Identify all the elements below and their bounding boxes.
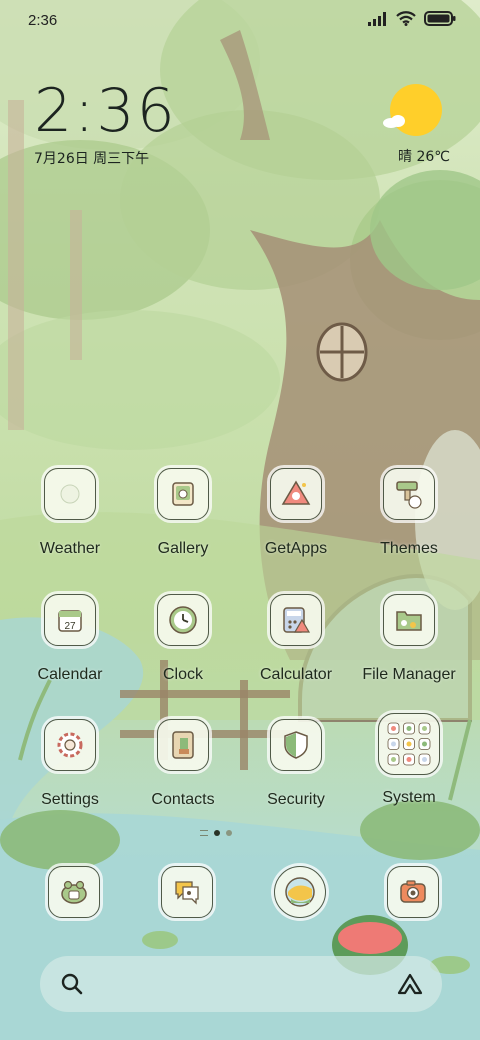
app-label: GetApps [264, 540, 328, 557]
app-label: Themes [380, 540, 438, 557]
app-label: Contacts [151, 791, 215, 808]
app-weather[interactable]: Weather [15, 468, 125, 558]
search-bar[interactable] [40, 956, 442, 1012]
weather-widget[interactable]: 晴 26℃ [350, 84, 450, 174]
page-dot-active [214, 830, 220, 836]
dock-messages[interactable] [157, 866, 217, 926]
dock-phone[interactable] [44, 866, 104, 926]
app-system-folder[interactable]: System [354, 713, 464, 807]
phone-icon [48, 866, 100, 918]
calendar-day: 27 [64, 621, 76, 632]
app-calendar[interactable]: 27 Calendar [15, 594, 125, 684]
gallery-icon [157, 468, 209, 520]
dock-camera[interactable] [383, 866, 443, 926]
security-icon [270, 719, 322, 771]
app-gallery[interactable]: Gallery [128, 468, 238, 558]
signal-icon [368, 11, 386, 26]
calendar-icon: 27 [44, 594, 96, 646]
app-label: Calculator [259, 666, 333, 683]
contacts-icon [157, 719, 209, 771]
system-folder-icon [378, 713, 440, 775]
cloud-icon [383, 115, 405, 128]
app-clock[interactable]: Clock [128, 594, 238, 684]
app-label: Calendar [37, 666, 103, 683]
messages-icon [161, 866, 213, 918]
search-icon [61, 973, 83, 995]
app-calculator[interactable]: Calculator [241, 594, 351, 684]
app-label: Clock [162, 666, 203, 683]
browser-icon [274, 866, 326, 918]
app-getapps[interactable]: GetApps [241, 468, 351, 558]
app-themes[interactable]: Themes [354, 468, 464, 558]
widget-time: 2:36 [34, 76, 177, 146]
clock-icon [157, 594, 209, 646]
status-bar: 2:36 [0, 0, 480, 40]
getapps-icon [270, 468, 322, 520]
calculator-icon [270, 594, 322, 646]
app-security[interactable]: Security [241, 719, 351, 809]
page-indicator[interactable] [200, 830, 232, 836]
app-label: Settings [41, 791, 99, 808]
status-icons [368, 11, 456, 26]
app-label: File Manager [362, 666, 456, 683]
file-manager-icon [383, 594, 435, 646]
weather-icon [44, 468, 96, 520]
app-label: Weather [39, 540, 101, 557]
app-settings[interactable]: Settings [15, 719, 125, 809]
page-dot [226, 830, 232, 836]
assistant-icon[interactable] [396, 972, 424, 996]
wifi-icon [396, 11, 416, 26]
dock-browser[interactable] [270, 866, 330, 926]
clock-widget[interactable]: 2:36 7月26日 周三下午 [34, 78, 177, 168]
sun-icon [390, 84, 442, 136]
settings-icon [44, 719, 96, 771]
status-time: 2:36 [28, 12, 58, 29]
app-file-manager[interactable]: File Manager [354, 594, 464, 684]
camera-icon [387, 866, 439, 918]
widget-date: 7月26日 周三下午 [34, 151, 150, 167]
battery-icon [424, 11, 456, 26]
app-contacts[interactable]: Contacts [128, 719, 238, 809]
app-label: Security [267, 791, 325, 808]
page-list-icon [200, 830, 208, 836]
app-label: System [382, 789, 436, 806]
themes-icon [383, 468, 435, 520]
app-label: Gallery [157, 540, 209, 557]
weather-text: 晴 26℃ [398, 149, 450, 165]
